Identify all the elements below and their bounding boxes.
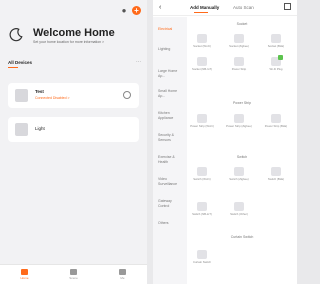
device-type-item[interactable]: Socket (NB-IoT) [189,57,215,71]
device-type-label: Switch (NB-IoT) [192,212,212,216]
tab-auto-scan[interactable]: Auto Scan [233,5,254,10]
device-type-item[interactable]: Power Strip [226,57,252,71]
device-type-item[interactable]: Switch (BLE) [263,167,289,181]
device-type-item[interactable]: Power Strip (BLE) [263,114,289,128]
device-type-item[interactable]: Switch (Other) [226,202,252,216]
microphone-icon[interactable]: ● [120,6,128,15]
back-icon[interactable]: ‹ [159,4,161,11]
device-card-test[interactable]: Test Connected Disabled > [8,83,139,108]
device-card-light[interactable]: Light [8,117,139,142]
switch-icon [197,167,207,176]
device-type-label: Power Strip (Wi-Fi) [190,124,214,128]
device-name: Light [35,126,45,131]
device-type-label: Power Strip (BLE) [264,124,288,128]
category-item[interactable]: Security & Sensors [158,133,184,142]
device-type-label: Socket (BLE) [267,44,285,48]
device-type-label: Power Strip (Zigbee) [226,124,252,128]
device-type-item[interactable]: Socket (BLE) [263,34,289,48]
category-item[interactable]: Large Home Ap... [158,69,184,78]
group-title: Curtain Switch [230,235,254,239]
device-grid: Socket Socket (Wi-Fi) Socket (Zigbee) So… [187,17,297,284]
device-type-item[interactable]: Switch (NB-IoT) [189,202,215,216]
moon-icon [9,28,23,42]
curtain-switch-icon [197,250,207,259]
tab-add-manually[interactable]: Add Manually [190,5,219,13]
switch-icon [271,167,281,176]
scan-icon[interactable] [284,3,291,10]
tab-me[interactable]: Me [108,269,138,280]
category-item[interactable]: Small Home Ap... [158,89,184,98]
scene-icon [70,269,77,275]
tab-label: Me [120,276,125,280]
device-icon [15,123,28,136]
section-title[interactable]: All Devices [8,60,32,68]
socket-icon [197,34,207,43]
tab-home[interactable]: Home [10,269,40,280]
group-title: Socket [236,22,248,26]
device-type-label: Switch (Other) [230,212,248,216]
device-type-label: Switch (BLE) [267,177,285,181]
add-device-screen: ‹ Add Manually Auto Scan Electrical Ligh… [153,0,297,284]
power-strip-icon [234,114,244,123]
tab-scene[interactable]: Scene [59,269,89,280]
category-item[interactable]: Others [158,221,184,226]
device-type-label: Switch (Zigbee) [229,177,249,181]
device-type-item[interactable]: Power Strip (Wi-Fi) [189,114,215,128]
power-strip-icon [234,57,244,66]
socket-icon [197,57,207,66]
device-type-item[interactable]: Power Strip (Zigbee) [226,114,252,128]
switch-icon [234,202,244,211]
device-type-label: Wi-Fi Plug [269,67,283,71]
device-icon [15,89,28,102]
category-item[interactable]: Kitchen Appliance [158,111,184,120]
power-icon[interactable] [123,91,131,99]
device-type-label: Power Strip [231,67,247,71]
tab-label: Home [20,276,29,280]
device-type-item[interactable]: Switch (Wi-Fi) [189,167,215,181]
bottom-tab-bar: Home Scene Me [0,264,147,284]
welcome-title: Welcome Home [33,27,115,39]
power-strip-icon [271,114,281,123]
device-type-label: Socket (NB-IoT) [191,67,213,71]
me-icon [119,269,126,275]
device-type-item[interactable]: Socket (Zigbee) [226,34,252,48]
device-type-label: Socket (Wi-Fi) [193,44,211,48]
category-item[interactable]: Lighting [158,47,184,52]
group-title: Switch [236,155,248,159]
device-type-label: Socket (Zigbee) [229,44,249,48]
category-item[interactable]: Video Surveillance [158,177,184,186]
more-icon[interactable]: ··· [136,59,141,65]
device-type-item[interactable]: Switch (Zigbee) [226,167,252,181]
device-name: Test [35,89,44,94]
category-sidebar: Electrical Lighting Large Home Ap... Sma… [153,17,187,284]
power-strip-icon [197,114,207,123]
group-title: Power Strip [232,101,252,105]
device-type-label: Curtain Switch [192,260,212,264]
top-actions: ● + [120,6,141,15]
home-screen: ● + Welcome Home Set your home location … [0,0,147,284]
device-type-label: Switch (Wi-Fi) [193,177,211,181]
category-item[interactable]: Exercise & Health [158,155,184,164]
home-icon [21,269,28,275]
socket-icon [234,34,244,43]
new-badge-icon [278,55,283,60]
socket-icon [271,34,281,43]
category-item[interactable]: Electrical [158,27,184,32]
device-type-item[interactable]: Curtain Switch [189,250,215,264]
welcome-subtitle[interactable]: Set your home location for more informat… [33,40,104,44]
category-item[interactable]: Gateway Control [158,199,184,208]
add-device-button[interactable]: + [132,6,141,15]
tab-label: Scene [69,276,78,280]
device-status: Connected Disabled > [35,96,70,100]
switch-icon [197,202,207,211]
device-type-item[interactable]: Wi-Fi Plug [263,55,289,71]
device-type-item[interactable]: Socket (Wi-Fi) [189,34,215,48]
top-nav: ‹ Add Manually Auto Scan [153,0,297,16]
switch-icon [234,167,244,176]
